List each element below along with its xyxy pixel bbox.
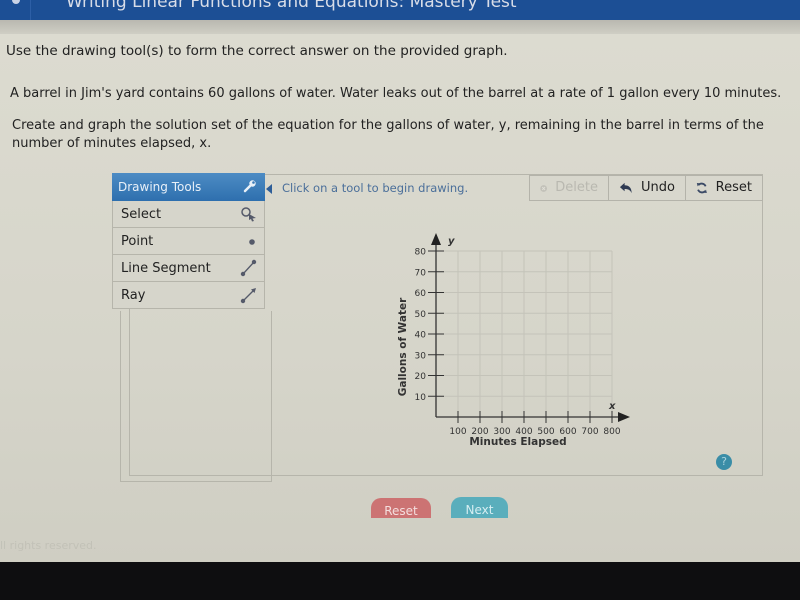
x-axis-arrow <box>618 412 630 422</box>
y-tick-label: 60 <box>415 289 427 299</box>
y-tick-label: 30 <box>415 351 427 361</box>
graph-reset-button[interactable]: Reset <box>685 175 763 201</box>
tools-panel-empty-area <box>120 311 272 482</box>
line-segment-icon <box>240 259 257 277</box>
drawing-tools-title: Drawing Tools <box>118 180 202 194</box>
tool-line-segment-label: Line Segment <box>121 261 211 276</box>
help-button[interactable]: ? <box>716 454 732 470</box>
collapse-arrow-icon[interactable] <box>266 183 272 194</box>
title-bar: Writing Linear Functions and Equations: … <box>0 0 800 20</box>
reset-button[interactable]: Reset <box>371 498 431 518</box>
axes <box>431 233 630 422</box>
drawing-tools-header: Drawing Tools <box>112 173 265 201</box>
tool-point[interactable]: Point <box>112 228 265 255</box>
y-tick-label: 20 <box>415 372 427 382</box>
undo-icon <box>619 182 632 193</box>
header-shadow <box>0 20 800 34</box>
next-button[interactable]: Next <box>451 497 508 518</box>
x-axis-label: Minutes Elapsed <box>469 436 566 448</box>
coordinate-graph[interactable]: 100 200 300 400 500 600 700 8001020304050607080… <box>392 230 632 450</box>
y-axis-label: Gallons of Water <box>397 297 409 396</box>
y-tick-label: 80 <box>415 248 427 258</box>
select-cursor-icon <box>241 207 256 222</box>
x-variable-label: x <box>608 401 616 412</box>
y-axis-arrow <box>431 233 441 245</box>
y-variable-label: y <box>448 236 455 247</box>
tool-ray[interactable]: Ray <box>112 282 265 309</box>
delete-label: Delete <box>555 180 598 195</box>
instruction-text: Use the drawing tool(s) to form the corr… <box>6 43 508 59</box>
divider <box>30 0 31 20</box>
screen-bezel <box>0 562 800 600</box>
y-tick-label: 70 <box>415 268 427 278</box>
ray-icon <box>240 288 256 304</box>
tool-point-label: Point <box>121 234 154 249</box>
y-tick-label: 10 <box>415 393 427 403</box>
x-tick-label: 800 <box>603 427 620 437</box>
tool-ray-label: Ray <box>121 288 146 303</box>
tool-line-segment[interactable]: Line Segment <box>112 255 265 282</box>
tool-hint: Click on a tool to begin drawing. <box>266 175 530 201</box>
delete-button[interactable]: Delete <box>529 175 609 201</box>
drawing-tools-panel: Drawing Tools Select Point Line Segment … <box>112 173 265 309</box>
y-tick-label: 50 <box>415 310 427 320</box>
task-text: Create and graph the solution set of the… <box>12 118 764 151</box>
x-tick-label: 100 <box>449 427 466 437</box>
tool-select[interactable]: Select <box>112 201 265 228</box>
delete-icon <box>540 184 548 192</box>
graph-toolbar: Delete Undo Reset <box>529 175 763 201</box>
copyright-text: ll rights reserved. <box>0 539 97 552</box>
x-tick-label: 700 <box>581 427 598 437</box>
point-icon <box>249 239 255 245</box>
undo-label: Undo <box>641 180 675 195</box>
problem-text: A barrel in Jim's yard contains 60 gallo… <box>10 86 782 101</box>
tool-select-label: Select <box>121 207 162 222</box>
grid-lines <box>436 250 613 417</box>
undo-button[interactable]: Undo <box>608 175 686 201</box>
tool-hint-text: Click on a tool to begin drawing. <box>282 181 469 195</box>
refresh-icon <box>696 182 707 194</box>
graph-reset-label: Reset <box>715 180 752 195</box>
y-tick-label: 40 <box>415 331 427 341</box>
wrench-icon <box>243 180 256 193</box>
test-title: Writing Linear Functions and Equations: … <box>66 0 517 12</box>
menu-icon[interactable] <box>12 0 20 4</box>
